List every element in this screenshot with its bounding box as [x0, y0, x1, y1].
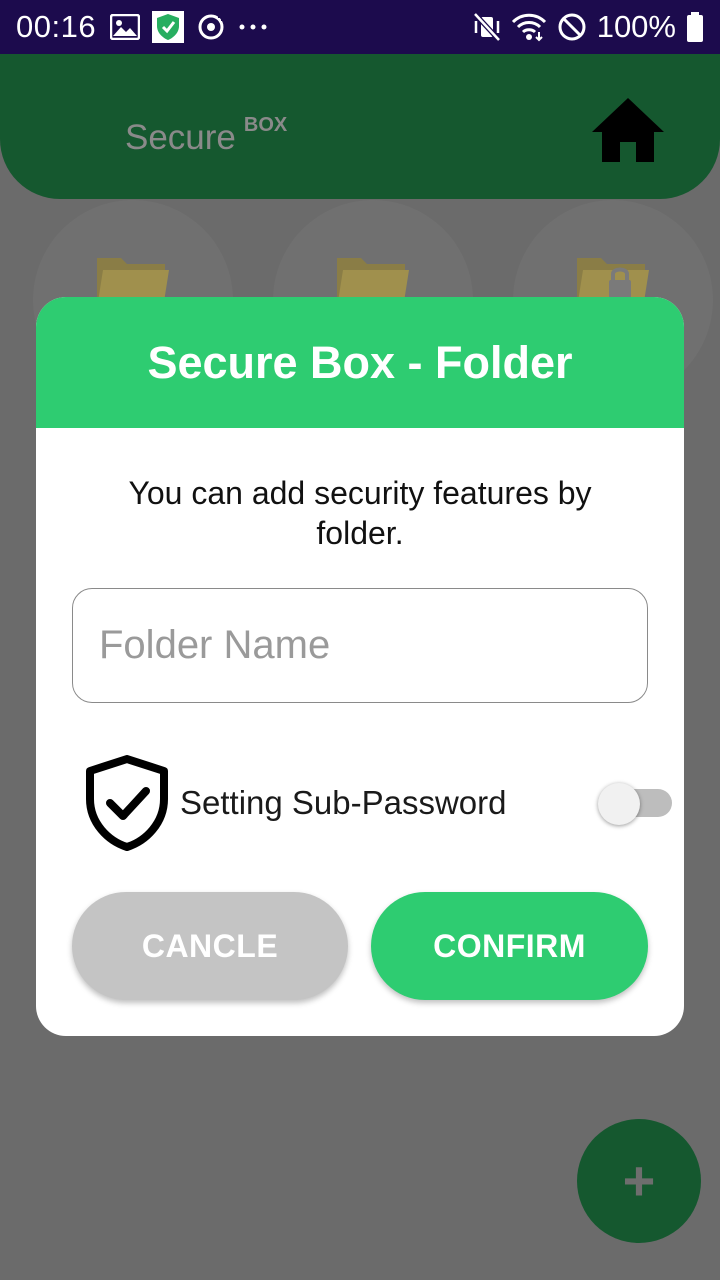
add-folder-fab[interactable]: + — [577, 1119, 701, 1243]
status-bar: 00:16 100% — [0, 0, 720, 54]
folder-dialog: Secure Box - Folder You can add security… — [36, 297, 684, 1036]
sync-icon — [196, 12, 226, 42]
status-time: 00:16 — [16, 9, 97, 44]
cancel-button[interactable]: CANCLE — [72, 892, 348, 1000]
vibrate-mute-icon — [472, 12, 501, 42]
dialog-title: Secure Box - Folder — [147, 336, 573, 388]
app-title: Secure BOX — [125, 114, 287, 158]
home-icon[interactable] — [588, 94, 668, 166]
wifi-icon — [511, 12, 547, 42]
battery-percent: 100% — [596, 9, 676, 44]
status-right-icons: 100% — [472, 9, 704, 45]
dialog-header: Secure Box - Folder — [36, 297, 684, 428]
app-shield-icon — [152, 11, 185, 43]
sub-password-toggle[interactable] — [598, 783, 672, 825]
toggle-thumb — [598, 783, 640, 825]
dialog-description: You can add security features by folder. — [128, 475, 592, 551]
app-title-superscript: BOX — [243, 114, 288, 136]
sub-password-row: Setting Sub-Password — [84, 755, 672, 851]
do-not-disturb-icon — [557, 12, 587, 42]
app-header: Secure BOX — [0, 54, 720, 199]
status-left-icons — [110, 11, 268, 43]
folder-name-input[interactable] — [72, 588, 648, 703]
plus-icon: + — [622, 1149, 656, 1212]
app-title-text: Secure — [125, 118, 236, 157]
sub-password-label: Setting Sub-Password — [180, 784, 507, 821]
image-icon — [110, 14, 141, 40]
shield-check-icon — [84, 755, 170, 851]
confirm-button[interactable]: CONFIRM — [371, 892, 648, 1000]
battery-icon — [686, 12, 704, 42]
more-dots-icon — [238, 23, 268, 31]
